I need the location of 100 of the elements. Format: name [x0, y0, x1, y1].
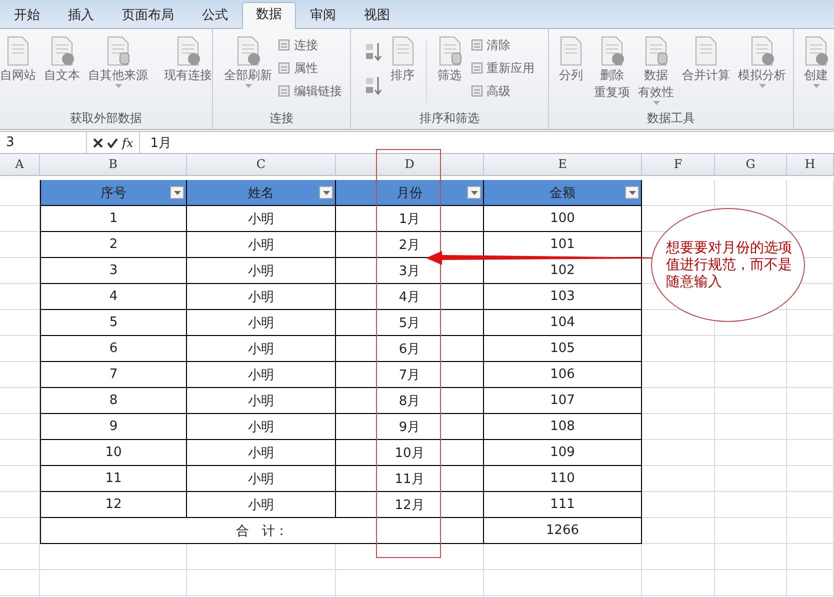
callout-text: 想要要对月份的选项值进行规范，而不是随意输入 — [666, 240, 793, 290]
table-cell: 小明 — [187, 336, 336, 362]
ribbon-tab[interactable]: 视图 — [350, 3, 404, 28]
cancel-icon[interactable] — [93, 138, 103, 148]
table-cell: 3月 — [336, 258, 484, 284]
column-header[interactable]: B — [40, 154, 187, 176]
table-cell: 1 — [40, 206, 187, 232]
check-icon[interactable] — [107, 138, 118, 148]
filter-button[interactable] — [467, 186, 481, 199]
table-cell: 小明 — [187, 284, 336, 310]
ribbon-button[interactable]: 自网站 — [0, 33, 39, 86]
empty-cell — [0, 544, 40, 570]
table-cell: 4 — [40, 284, 187, 310]
table-cell: 小明 — [187, 414, 336, 440]
table-cell: 小明 — [187, 310, 336, 336]
filter-button[interactable] — [170, 186, 184, 199]
table-cell: 7月 — [336, 362, 484, 388]
ribbon-button[interactable]: 合并计算 — [679, 33, 733, 86]
table-cell: 1月 — [336, 206, 484, 232]
empty-cell — [715, 414, 787, 440]
toolbar-icon — [277, 38, 291, 52]
empty-cell — [715, 570, 787, 596]
name-box[interactable]: 3 — [0, 132, 87, 153]
table-cell: 8月 — [336, 388, 484, 414]
table-cell: 7 — [40, 362, 187, 388]
ribbon-small-button[interactable]: 重新应用 — [470, 58, 534, 78]
table-cell: 12月 — [336, 492, 484, 518]
ribbon-button[interactable]: 数据 有效性 — [635, 33, 677, 107]
column-header[interactable]: H — [787, 154, 834, 176]
column-header[interactable]: G — [715, 154, 787, 176]
header-cell: 金额 — [484, 180, 642, 206]
column-header[interactable]: D — [336, 154, 484, 176]
empty-cell — [715, 336, 787, 362]
ribbon-button[interactable]: 全部刷新 — [221, 33, 275, 90]
table-cell: 小明 — [187, 440, 336, 466]
ribbon-tab[interactable]: 公式 — [188, 3, 242, 28]
ribbon-tab[interactable]: 插入 — [54, 3, 108, 28]
sort-icon[interactable] — [364, 41, 382, 63]
ribbon-button[interactable]: 筛选 — [432, 33, 468, 86]
empty-cell — [787, 440, 834, 466]
ribbon-small-button[interactable]: 高级 — [470, 81, 534, 101]
total-label: 合 计： — [40, 518, 484, 544]
table-cell: 小明 — [187, 258, 336, 284]
header-cell: 序号 — [40, 180, 187, 206]
empty-cell — [787, 570, 834, 596]
ribbon-tab[interactable]: 数据 — [242, 2, 296, 29]
toolbar-icon — [277, 84, 291, 98]
formula-field[interactable]: 1月 — [140, 134, 172, 152]
ribbon-button[interactable]: 分列 — [553, 33, 589, 86]
ribbon-button[interactable]: 排序 — [384, 33, 420, 86]
ribbon-small-button[interactable]: 清除 — [470, 35, 534, 55]
table-cell: 小明 — [187, 232, 336, 258]
ribbon-button[interactable]: 创建 — [798, 33, 834, 90]
column-header[interactable]: E — [484, 154, 642, 176]
caret-icon — [628, 190, 636, 194]
ribbon-tab[interactable]: 页面布局 — [108, 3, 188, 28]
ribbon-button[interactable]: 删除 重复项 — [591, 33, 633, 103]
empty-cell — [715, 492, 787, 518]
group-label: 数据工具 — [647, 110, 695, 127]
ribbon-small-button[interactable]: 编辑链接 — [277, 81, 342, 101]
table-cell: 小明 — [187, 492, 336, 518]
column-header[interactable]: F — [642, 154, 715, 176]
ribbon-button[interactable]: 模拟分析 — [735, 33, 789, 90]
toolbar-icon — [470, 38, 484, 52]
caret-icon — [322, 190, 330, 194]
empty-cell — [787, 414, 834, 440]
table-cell: 5 — [40, 310, 187, 336]
table-cell: 9 — [40, 414, 187, 440]
table-cell: 11月 — [336, 466, 484, 492]
column-header[interactable]: A — [0, 154, 40, 176]
table-cell: 2 — [40, 232, 187, 258]
sort-icon[interactable] — [364, 75, 382, 97]
empty-cell — [787, 466, 834, 492]
ribbon-button[interactable]: 现有连接 — [161, 33, 215, 86]
ribbon-button[interactable]: 自其他来源 — [85, 33, 151, 90]
table-cell: 9月 — [336, 414, 484, 440]
ribbon-tab[interactable]: 开始 — [0, 3, 54, 28]
table-cell: 104 — [484, 310, 642, 336]
ribbon-tab[interactable]: 审阅 — [296, 3, 350, 28]
table-cell: 5月 — [336, 310, 484, 336]
table-cell: 105 — [484, 336, 642, 362]
column-header[interactable]: C — [187, 154, 336, 176]
table-cell: 4月 — [336, 284, 484, 310]
filter-button[interactable] — [319, 186, 333, 199]
empty-cell — [715, 362, 787, 388]
insert-function-button[interactable]: fx — [122, 136, 134, 150]
table-cell: 11 — [40, 466, 187, 492]
toolbar-icon — [470, 61, 484, 75]
total-cell: 1266 — [484, 518, 642, 544]
table-cell: 10月 — [336, 440, 484, 466]
group-label: 获取外部数据 — [70, 110, 142, 127]
ribbon-small-button[interactable]: 属性 — [277, 58, 342, 78]
table-cell: 8 — [40, 388, 187, 414]
table-cell: 108 — [484, 414, 642, 440]
table-cell: 2月 — [336, 232, 484, 258]
filter-button[interactable] — [625, 186, 639, 199]
toolbar-icon — [277, 61, 291, 75]
ribbon-small-button[interactable]: 连接 — [277, 35, 342, 55]
empty-cell — [787, 518, 834, 544]
ribbon-button[interactable]: 自文本 — [41, 33, 83, 86]
